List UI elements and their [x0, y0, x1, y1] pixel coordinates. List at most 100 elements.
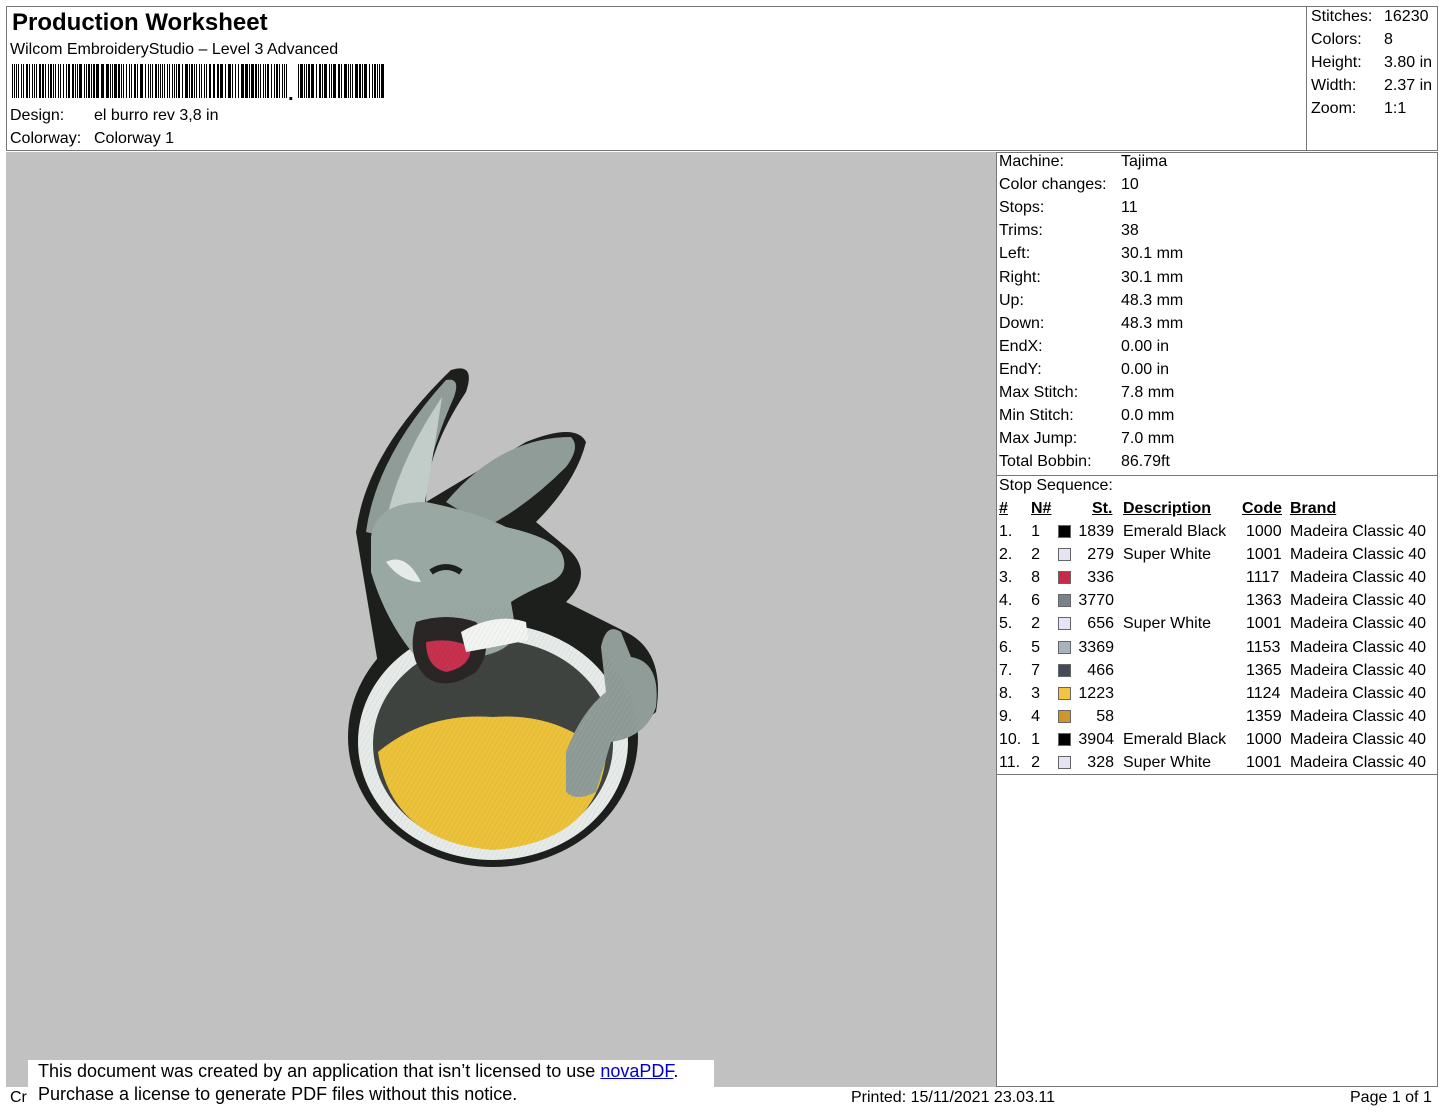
row-needle: 3	[1031, 684, 1040, 702]
stat-value: 1:1	[1384, 100, 1407, 117]
info-value: 86.79ft	[1121, 453, 1170, 471]
row-stitches: 3904	[1078, 730, 1114, 748]
info-value: 10	[1121, 176, 1139, 194]
info-value: 48.3 mm	[1121, 314, 1184, 332]
col-header-brand: Brand	[1290, 500, 1337, 517]
row-stitches: 3369	[1078, 638, 1114, 656]
info-label: Down:	[999, 314, 1045, 332]
col-header-stitches: St.	[1092, 500, 1113, 517]
row-needle: 1	[1031, 523, 1040, 540]
row-stitches: 3770	[1078, 592, 1114, 610]
row-needle: 2	[1031, 615, 1040, 633]
info-value: Tajima	[1121, 153, 1168, 170]
info-value: 38	[1121, 222, 1139, 240]
info-value: 11	[1121, 199, 1138, 217]
info-label: Right:	[999, 268, 1041, 286]
novapdf-link[interactable]: novaPDF	[600, 1061, 673, 1081]
footer-left: Cr	[10, 1089, 27, 1106]
row-stitches: 1839	[1078, 523, 1114, 540]
row-code: 1117	[1246, 569, 1280, 587]
row-needle: 8	[1031, 569, 1040, 587]
row-needle: 2	[1031, 546, 1040, 564]
stop-sequence-title: Stop Sequence:	[999, 477, 1113, 494]
row-code: 1001	[1246, 546, 1282, 564]
row-stitches: 279	[1087, 546, 1114, 564]
row-brand: Madeira Classic 40	[1290, 523, 1427, 540]
row-brand: Madeira Classic 40	[1290, 569, 1427, 587]
row-stitches: 328	[1087, 754, 1114, 771]
divider	[996, 774, 1438, 775]
row-brand: Madeira Classic 40	[1290, 754, 1427, 771]
row-stitches: 58	[1096, 707, 1114, 725]
info-value: 7.8 mm	[1121, 384, 1175, 401]
donkey-embroidery-image	[348, 368, 658, 867]
license-notice: This document was created by an applicat…	[28, 1060, 714, 1112]
row-needle: 5	[1031, 638, 1040, 656]
page-number: Page 1 of 1	[1350, 1089, 1432, 1106]
info-label: Min Stitch:	[999, 407, 1074, 425]
stat-value: 2.37 in	[1384, 77, 1433, 94]
stat-label: Stitches:	[1311, 8, 1373, 25]
col-header-num: #	[999, 500, 1008, 517]
row-brand: Madeira Classic 40	[1290, 546, 1427, 564]
row-stitches: 656	[1087, 615, 1114, 633]
info-label: Stops:	[999, 199, 1045, 217]
info-label: Up:	[999, 291, 1024, 309]
row-stitches: 466	[1087, 661, 1114, 679]
info-value: 48.3 mm	[1121, 291, 1184, 309]
row-brand: Madeira Classic 40	[1290, 707, 1427, 725]
row-code: 1153	[1246, 638, 1281, 656]
stat-value: 3.80 in	[1384, 54, 1433, 71]
info-value: 30.1 mm	[1121, 245, 1184, 263]
notice-period: .	[673, 1061, 679, 1081]
row-description: Super White	[1123, 754, 1212, 771]
colorway-label: Colorway:	[10, 130, 82, 147]
row-description: Emerald Black	[1123, 730, 1227, 748]
row-code: 1124	[1246, 684, 1281, 702]
stat-value: 8	[1384, 31, 1393, 48]
stat-label: Colors:	[1311, 31, 1362, 48]
info-label: EndX:	[999, 337, 1043, 355]
printed-date: Printed: 15/11/2021 23.03.11	[851, 1089, 1056, 1106]
stat-value: 16230	[1384, 8, 1429, 25]
svg-text:,: ,	[288, 83, 294, 100]
design-preview	[6, 152, 996, 1087]
info-label: Total Bobbin:	[999, 453, 1092, 471]
colorway-value: Colorway 1	[94, 130, 175, 147]
col-header-code: Code	[1242, 500, 1282, 517]
row-needle: 2	[1031, 754, 1040, 771]
notice-text-2: Purchase a license to generate PDF files…	[38, 1084, 518, 1104]
row-code: 1001	[1246, 754, 1282, 771]
stat-label: Height:	[1311, 54, 1362, 71]
row-brand: Madeira Classic 40	[1290, 615, 1427, 633]
row-code: 1000	[1246, 523, 1282, 540]
app-name: Wilcom EmbroideryStudio – Level 3 Advanc…	[10, 41, 339, 58]
row-description: Super White	[1123, 615, 1212, 633]
info-value: 0.00 in	[1121, 337, 1170, 355]
row-description: Emerald Black	[1123, 523, 1227, 540]
row-brand: Madeira Classic 40	[1290, 592, 1427, 610]
row-brand: Madeira Classic 40	[1290, 730, 1427, 748]
design-value: el burro rev 3,8 in	[94, 107, 219, 124]
row-brand: Madeira Classic 40	[1290, 661, 1427, 679]
row-code: 1363	[1246, 592, 1282, 610]
row-needle: 6	[1031, 592, 1040, 610]
divider	[996, 475, 1438, 476]
stat-label: Width:	[1311, 77, 1357, 94]
design-label: Design:	[10, 107, 65, 124]
info-label: EndY:	[999, 360, 1042, 378]
row-needle: 4	[1031, 707, 1040, 725]
row-brand: Madeira Classic 40	[1290, 684, 1427, 702]
info-label: Trims:	[999, 222, 1043, 240]
info-label: Color changes:	[999, 176, 1107, 194]
notice-text: This document was created by an applicat…	[38, 1061, 601, 1081]
info-label: Machine:	[999, 153, 1064, 170]
row-stitches: 336	[1087, 569, 1114, 587]
row-code: 1000	[1246, 730, 1282, 748]
barcode: ,	[12, 64, 384, 100]
row-code: 1359	[1246, 707, 1282, 725]
info-value: 7.0 mm	[1121, 430, 1175, 448]
info-value: 0.00 in	[1121, 360, 1170, 378]
info-label: Max Stitch:	[999, 384, 1079, 401]
col-header-needle: N#	[1031, 500, 1052, 517]
